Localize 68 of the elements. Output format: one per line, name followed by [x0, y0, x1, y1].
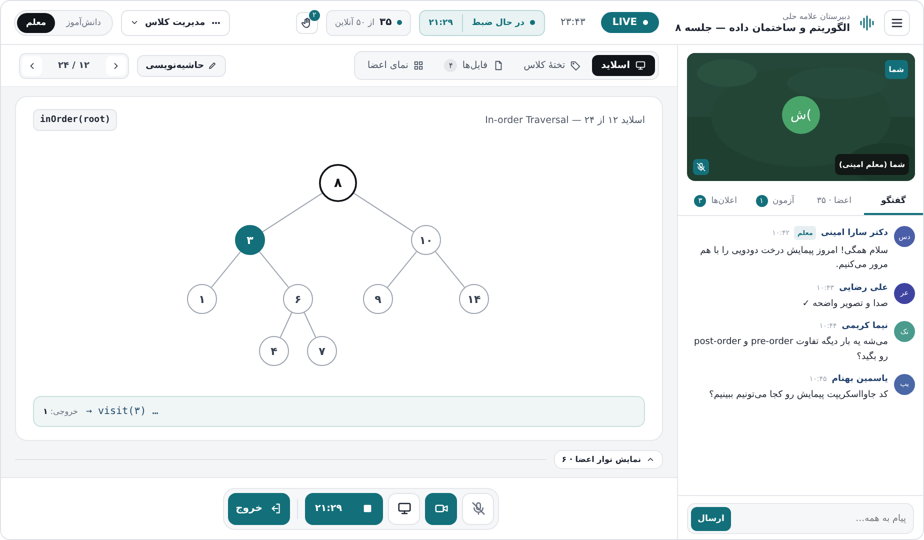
microphone-button[interactable]: [462, 492, 494, 524]
role-option[interactable]: دانش‌آموز: [57, 12, 110, 32]
menu-button[interactable]: [884, 10, 910, 36]
message-text: می‌شه یه بار دیگه تفاوت pre-order و post-order رو بگید؟: [693, 335, 888, 364]
camera-button[interactable]: [425, 492, 457, 524]
view-tab[interactable]: تختهٔ کلاس: [514, 55, 590, 76]
chevron-up-icon: [646, 455, 655, 464]
microphone-off-icon: [470, 501, 486, 516]
send-button[interactable]: ارسال: [691, 506, 731, 530]
clock-time: ۲۳:۴۳: [560, 17, 586, 28]
exit-button[interactable]: خروج: [228, 492, 290, 524]
school-name: دبیرستان علامه حلی: [781, 12, 850, 20]
tree-edge: [262, 192, 323, 232]
monitor-icon: [396, 501, 412, 516]
tree-edge: [258, 251, 290, 288]
sound-wave-icon: [858, 14, 876, 32]
live-badge: LIVE: [601, 12, 660, 33]
tree-node: ۷: [307, 336, 337, 366]
tree-node: ۱۰: [411, 225, 441, 255]
tree-edge: [386, 251, 418, 288]
trace-text: → visit(۳) …: [86, 406, 158, 417]
members-bar-toggle[interactable]: نمایش نوار اعضا · ۶: [554, 450, 663, 469]
screen-share-button[interactable]: [388, 492, 420, 524]
sidebar-tab[interactable]: اعضا · ۳۵: [804, 188, 864, 215]
output-result: خروجی: ۱: [43, 407, 78, 416]
sender-name: نیما کریمی: [842, 321, 888, 332]
tree-edge: [304, 312, 316, 338]
sender-name: دکتر سارا امینی: [820, 228, 888, 238]
annotate-button[interactable]: حاشیه‌نویسی: [136, 54, 226, 76]
tree-node: ۴: [259, 336, 289, 366]
online-count: ۳۵ از ۵۰ آنلاین: [326, 10, 411, 36]
view-tab[interactable]: نمای اعضا: [358, 55, 434, 76]
tree-node: ۸: [319, 164, 357, 202]
hand-icon: [300, 16, 313, 28]
sidebar-tab[interactable]: گفتگو: [864, 188, 923, 215]
tree-edge: [280, 312, 292, 338]
role-option[interactable]: معلم: [17, 12, 56, 32]
monitor-icon: [635, 60, 646, 71]
pencil-icon: [208, 61, 218, 70]
class-title: الگوریتم و ساختمان داده — جلسه ۸: [675, 22, 850, 34]
tree-node: ۹: [363, 284, 393, 314]
sender-name: یاسمین بهنام: [832, 374, 888, 384]
recording-status: در حال ضبط ۲۱:۲۹: [418, 10, 545, 36]
tree-edge: [353, 192, 414, 232]
stop-icon: [362, 503, 373, 514]
tree-edge: [210, 251, 242, 288]
tree-node: ۳: [235, 225, 265, 255]
view-tab[interactable]: اسلاید: [592, 55, 655, 76]
code-chip: inOrder(root): [33, 109, 118, 131]
tree-edge: [434, 251, 466, 288]
file-icon: [492, 60, 504, 71]
tree-node: ۱۴: [459, 284, 489, 314]
message-text: کد جاوااسکریپت پیمایش رو کجا می‌تونیم ببینیم؟: [708, 388, 888, 402]
record-button[interactable]: ۲۱:۲۹: [305, 492, 383, 524]
tree-node: ۶: [283, 284, 313, 314]
tree-node: ۱: [187, 284, 217, 314]
caret-icon: [130, 18, 139, 27]
slide-caption: اسلاید ۱۲ از ۲۴ — In-order Traversal: [485, 114, 645, 126]
tag-icon: [570, 60, 582, 71]
message-text: صدا و تصویر واضحه ✓: [801, 298, 888, 311]
message-text: سلام همگی! امروز پیمایش درخت دودویی را با هم مرور می‌کنیم.: [699, 244, 888, 272]
exit-icon: [269, 502, 282, 515]
sender-name: علی رضایی: [839, 282, 888, 293]
class-menu-button[interactable]: مدیریت کلاس: [120, 10, 230, 36]
grid-icon: [413, 60, 424, 71]
page-indicator: ۱۲ / ۲۴: [57, 60, 91, 70]
message-input[interactable]: پیام به همه… ارسال: [687, 503, 914, 534]
microphone-off-icon: [696, 162, 706, 172]
